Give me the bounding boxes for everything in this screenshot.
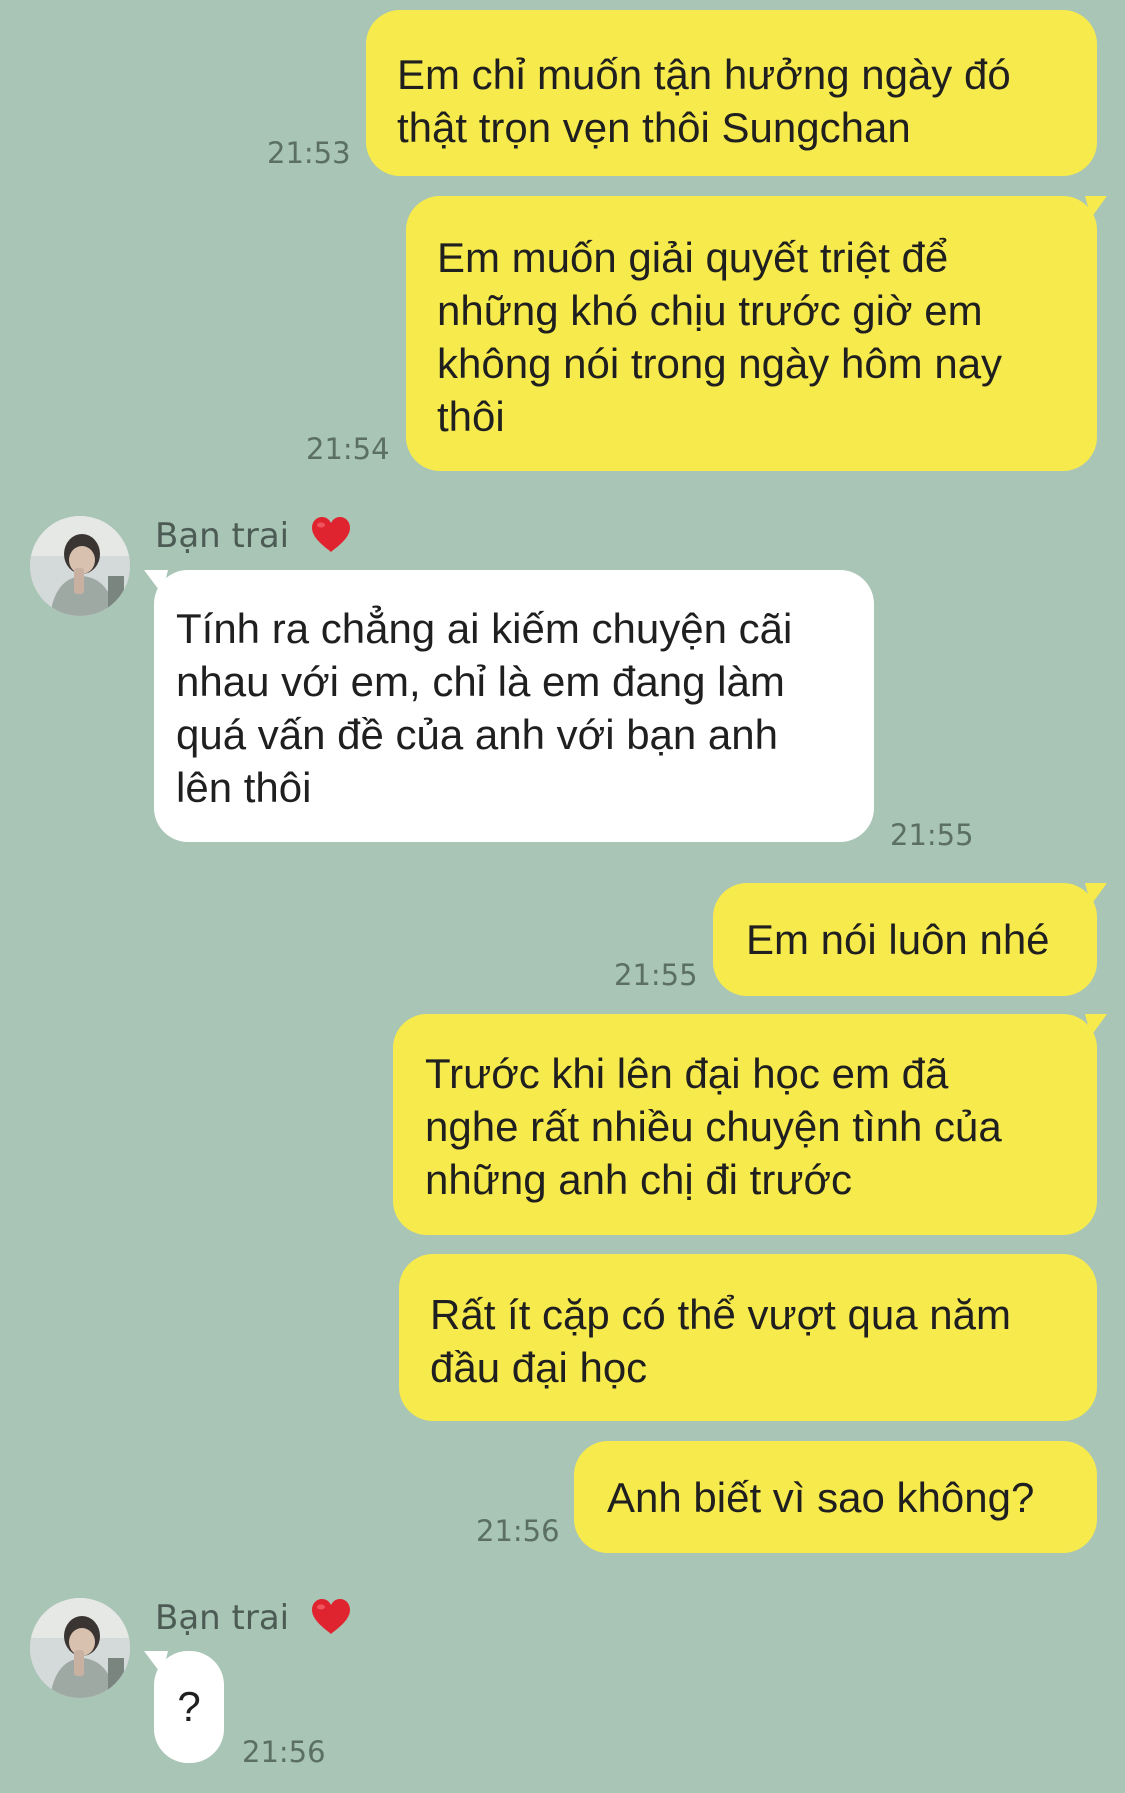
message-bubble-outgoing[interactable]: Anh biết vì sao không?	[574, 1441, 1097, 1553]
message-time: 21:56	[476, 1514, 560, 1548]
sender-name-label: Bạn trai	[155, 1598, 290, 1638]
profile-avatar-icon	[30, 1598, 130, 1698]
contact-avatar[interactable]	[30, 516, 130, 616]
message-time: 21:53	[267, 136, 351, 170]
red-heart-icon	[311, 1598, 350, 1634]
sender-name-label: Bạn trai	[155, 516, 290, 556]
message-time: 21:55	[614, 958, 698, 992]
bubble-tail-icon	[1085, 883, 1107, 905]
profile-avatar-icon	[30, 516, 130, 616]
message-bubble-outgoing[interactable]: Em muốn giải quyết triệt để những khó ch…	[406, 196, 1097, 471]
bubble-tail-icon	[1085, 1014, 1107, 1036]
red-heart-icon	[311, 516, 350, 552]
bubble-tail-icon	[1085, 196, 1107, 218]
sender-name: Bạn trai	[155, 1598, 352, 1638]
message-bubble-outgoing[interactable]: Em chỉ muốn tận hưởng ngày đó thật trọn …	[366, 10, 1097, 176]
message-bubble-outgoing[interactable]: Rất ít cặp có thể vượt qua năm đầu đại h…	[399, 1254, 1097, 1421]
contact-avatar[interactable]	[30, 1598, 130, 1698]
message-bubble-incoming[interactable]: Tính ra chẳng ai kiếm chuyện cãi nhau vớ…	[154, 570, 874, 842]
sender-name: Bạn trai	[155, 516, 352, 556]
message-bubble-outgoing[interactable]: Trước khi lên đại học em đã nghe rất nhi…	[393, 1014, 1097, 1235]
chat-thread[interactable]: Em chỉ muốn tận hưởng ngày đó thật trọn …	[0, 0, 1125, 1793]
message-time: 21:54	[306, 432, 390, 466]
message-time: 21:56	[242, 1735, 326, 1769]
message-bubble-incoming[interactable]: ?	[154, 1651, 224, 1763]
message-bubble-outgoing[interactable]: Em nói luôn nhé	[713, 883, 1097, 996]
message-time: 21:55	[890, 818, 974, 852]
